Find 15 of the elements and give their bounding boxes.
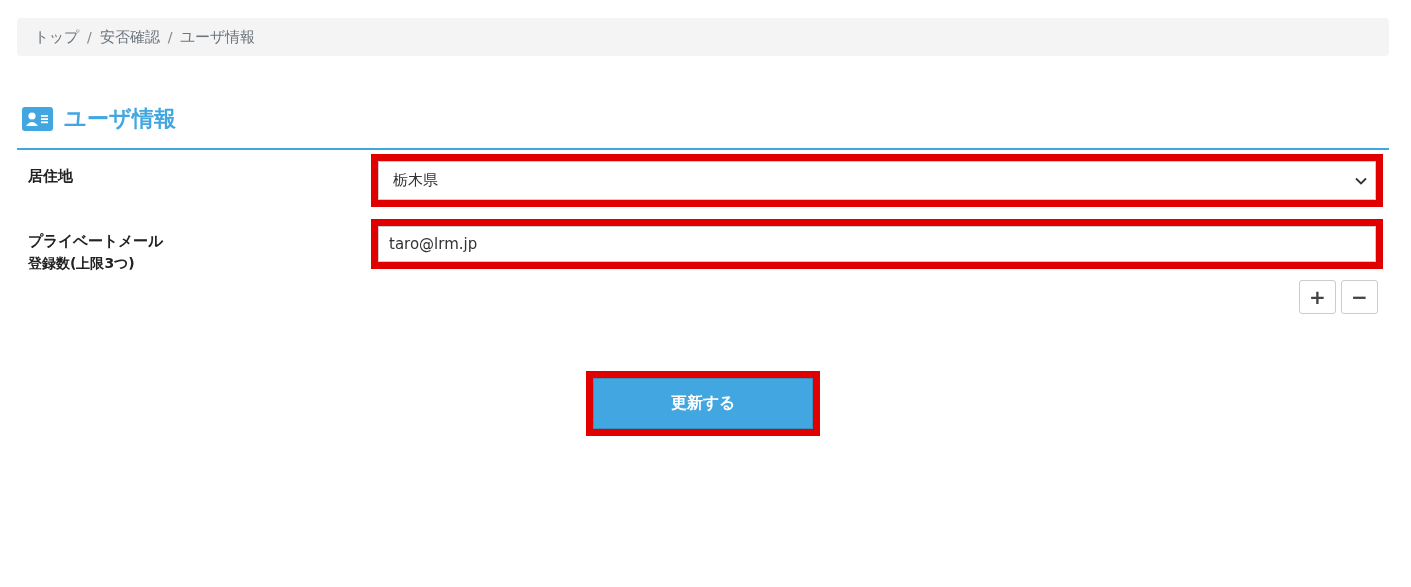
chevron-down-icon [1355,176,1367,185]
section-title: ユーザ情報 [64,105,176,133]
field-label: 居住地 [28,166,74,187]
field-label: プライベートメール [28,231,164,252]
field-sublabel: 登録数(上限3つ) [28,254,136,273]
add-button[interactable]: + [1299,280,1336,314]
breadcrumb-link[interactable]: トップ [34,27,79,47]
contact-card-icon [22,107,53,131]
breadcrumb-separator: / [87,29,92,45]
breadcrumb-separator: / [167,29,173,45]
email-input[interactable]: taro@lrm.jp [378,226,1376,262]
breadcrumb-current: ユーザ情報 [180,27,256,47]
prefecture-select[interactable]: 栃木県 [378,161,1376,200]
breadcrumb-link[interactable]: 安否確認 [99,27,160,47]
remove-button[interactable]: − [1341,280,1378,314]
